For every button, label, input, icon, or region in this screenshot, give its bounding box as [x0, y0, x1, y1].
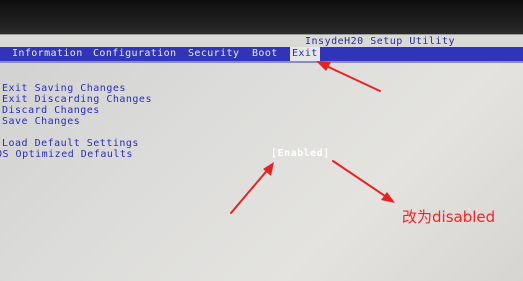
arrow-to-exit-icon: [321, 63, 381, 92]
arrow-to-enabled-icon: [230, 166, 271, 214]
arrow-to-annotation-icon: [332, 160, 389, 199]
annotation-arrows: [230, 61, 395, 214]
arrow-head-exit-icon: [316, 61, 331, 71]
annotation-text: 改为disabled: [402, 208, 496, 226]
